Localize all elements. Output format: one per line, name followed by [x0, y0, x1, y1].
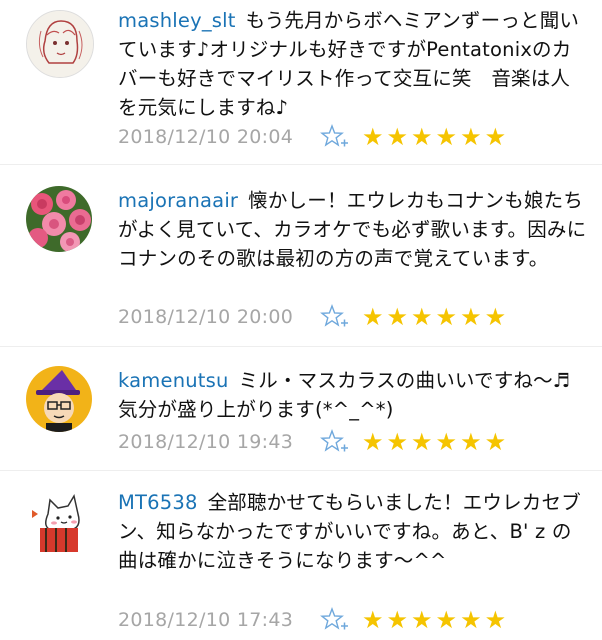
comment-body: mashley_slt もう先月からボヘミアンずーっと聞いています♪オリジナルも好…	[118, 6, 588, 122]
add-star-icon[interactable]	[320, 303, 354, 331]
username-link[interactable]: majoranaair	[118, 189, 238, 212]
comment-meta: 2018/12/10 20:04 ★ ★ ★ ★ ★ ★	[118, 121, 506, 153]
star-rating: ★ ★ ★ ★ ★ ★	[362, 123, 506, 151]
star-icon: ★	[411, 606, 433, 634]
star-icon: ★	[362, 606, 384, 634]
divider	[0, 346, 602, 347]
timestamp: 2018/12/10 17:43	[118, 609, 294, 631]
star-icon: ★	[362, 123, 384, 151]
sketch-portrait-avatar-icon	[27, 11, 93, 77]
star-icon: ★	[386, 606, 409, 634]
star-icon: ★	[460, 123, 482, 151]
divider	[0, 470, 602, 471]
comment-meta: 2018/12/10 17:43 ★ ★ ★ ★ ★ ★	[118, 604, 506, 636]
star-rating: ★ ★ ★ ★ ★ ★	[362, 606, 506, 634]
star-icon: ★	[386, 123, 409, 151]
add-star-icon[interactable]	[320, 606, 354, 634]
username-link[interactable]: kamenutsu	[118, 369, 229, 392]
witch-hat-cartoon-avatar-icon	[26, 366, 92, 432]
star-rating: ★ ★ ★ ★ ★ ★	[362, 303, 506, 331]
comment-item: kamenutsu ミル・マスカラスの曲いいですね〜♬ 気分が盛り上がります(*^…	[0, 350, 602, 470]
star-icon: ★	[435, 428, 458, 456]
pink-roses-avatar-icon	[26, 186, 92, 252]
star-icon: ★	[435, 606, 458, 634]
star-icon: ★	[411, 428, 433, 456]
star-rating: ★ ★ ★ ★ ★ ★	[362, 428, 506, 456]
star-icon: ★	[484, 123, 507, 151]
star-icon: ★	[484, 606, 507, 634]
star-icon: ★	[484, 303, 507, 331]
comment-item: MT6538 全部聴かせてもらいました！エウレカセブン、知らなかったですがいいです…	[0, 476, 602, 640]
divider	[0, 164, 602, 165]
star-icon: ★	[386, 428, 409, 456]
timestamp: 2018/12/10 20:04	[118, 126, 294, 148]
avatar[interactable]	[26, 366, 92, 432]
star-icon: ★	[362, 303, 384, 331]
avatar[interactable]	[26, 186, 92, 252]
star-icon: ★	[386, 303, 409, 331]
comment-item: majoranaair 懐かしー！エウレカもコナンも娘たちがよく見ていて、カラオケ…	[0, 170, 602, 340]
username-link[interactable]: MT6538	[118, 491, 198, 514]
star-icon: ★	[411, 303, 433, 331]
star-icon: ★	[362, 428, 384, 456]
timestamp: 2018/12/10 20:00	[118, 306, 294, 328]
comment-meta: 2018/12/10 19:43 ★ ★ ★ ★ ★ ★	[118, 426, 506, 458]
avatar[interactable]	[26, 10, 94, 78]
star-icon: ★	[460, 606, 482, 634]
star-icon: ★	[435, 303, 458, 331]
cat-in-box-avatar-icon	[26, 490, 92, 556]
add-star-icon[interactable]	[320, 428, 354, 456]
comment-body: majoranaair 懐かしー！エウレカもコナンも娘たちがよく見ていて、カラオケ…	[118, 186, 588, 273]
avatar[interactable]	[26, 490, 92, 556]
timestamp: 2018/12/10 19:43	[118, 431, 294, 453]
comment-meta: 2018/12/10 20:00 ★ ★ ★ ★ ★ ★	[118, 301, 506, 333]
star-icon: ★	[460, 303, 482, 331]
username-link[interactable]: mashley_slt	[118, 9, 236, 32]
add-star-icon[interactable]	[320, 123, 354, 151]
star-icon: ★	[411, 123, 433, 151]
star-icon: ★	[435, 123, 458, 151]
comment-item: mashley_slt もう先月からボヘミアンずーっと聞いています♪オリジナルも好…	[0, 0, 602, 160]
comment-body: MT6538 全部聴かせてもらいました！エウレカセブン、知らなかったですがいいです…	[118, 488, 588, 575]
star-icon: ★	[460, 428, 482, 456]
star-icon: ★	[484, 428, 507, 456]
comment-body: kamenutsu ミル・マスカラスの曲いいですね〜♬ 気分が盛り上がります(*^…	[118, 366, 588, 424]
